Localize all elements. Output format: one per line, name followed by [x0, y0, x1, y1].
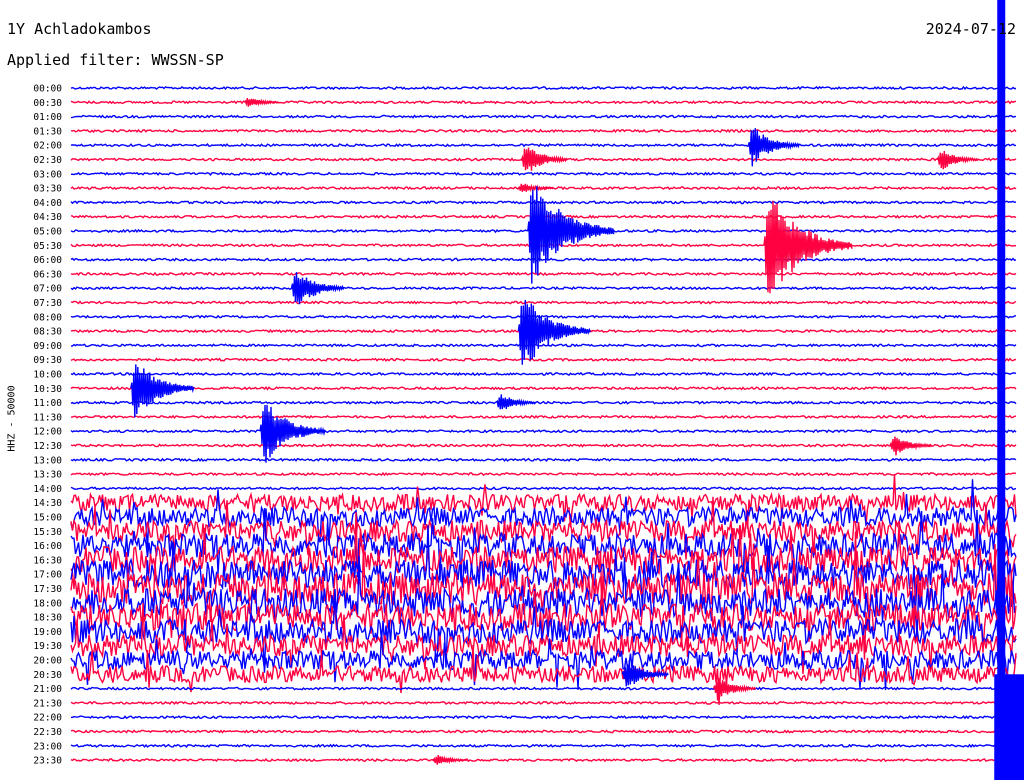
- trace-row: [70, 686, 1017, 691]
- trace-row: [70, 486, 1017, 491]
- row-label: 21:00: [33, 684, 62, 695]
- row-label: 22:30: [33, 727, 62, 738]
- row-label: 13:30: [33, 470, 62, 481]
- trace-row: [70, 128, 1017, 134]
- row-label: 14:30: [33, 498, 62, 509]
- seismic-event: [130, 364, 195, 418]
- trace-row: [70, 457, 1017, 462]
- row-label: 11:00: [33, 398, 62, 409]
- row-label: 03:30: [33, 184, 62, 195]
- row-label: 15:00: [33, 513, 62, 524]
- row-label: 14:00: [33, 484, 62, 495]
- saturated-trace-tail: [994, 674, 1024, 780]
- trace-row: [70, 143, 1016, 148]
- row-label: 10:30: [33, 384, 62, 395]
- row-label: 00:00: [33, 84, 62, 95]
- row-label: 21:30: [33, 698, 62, 709]
- row-label: 12:00: [33, 427, 62, 438]
- date-label: 2024-07-12: [925, 20, 1016, 38]
- row-label: 06:30: [33, 269, 62, 280]
- seismic-event: [763, 200, 853, 294]
- row-label: 03:00: [33, 169, 62, 180]
- seismic-event: [495, 394, 536, 410]
- row-label: 22:00: [33, 713, 62, 724]
- row-label: 17:30: [33, 584, 62, 595]
- row-label: 08:00: [33, 312, 62, 323]
- trace-row: [70, 85, 1017, 91]
- row-label: 00:30: [33, 98, 62, 109]
- trace-row: [70, 443, 1017, 448]
- seismic-event: [520, 147, 569, 171]
- trace-row: [70, 171, 1017, 176]
- row-label: 19:00: [33, 627, 62, 638]
- trace-row: [70, 400, 1017, 405]
- row-label: 11:30: [33, 412, 62, 423]
- row-label: 15:30: [33, 527, 62, 538]
- seismic-event: [747, 128, 800, 167]
- row-label: 18:30: [33, 613, 62, 624]
- trace-row: [70, 386, 1017, 391]
- row-label: 05:00: [33, 227, 62, 238]
- trace-row: [70, 100, 1017, 105]
- seismic-event: [290, 272, 345, 305]
- row-label: 19:30: [33, 641, 62, 652]
- trace-row: [70, 271, 1017, 277]
- row-label: 06:00: [33, 255, 62, 266]
- seismic-event: [517, 183, 554, 193]
- seismic-event: [517, 299, 591, 365]
- row-label: 12:30: [33, 441, 62, 452]
- row-label: 04:30: [33, 212, 62, 223]
- trace-row: [70, 357, 1017, 362]
- row-label: 10:00: [33, 370, 62, 381]
- trace-row: [70, 314, 1017, 320]
- row-label: 20:00: [33, 656, 62, 667]
- trace-row: [70, 715, 1017, 720]
- trace-row: [70, 285, 1017, 291]
- trace-row: [70, 257, 1017, 262]
- seismic-event: [936, 151, 979, 170]
- trace-row: [70, 743, 1017, 749]
- saturated-trace: [997, 0, 1006, 780]
- row-label: 01:30: [33, 126, 62, 137]
- trace-row: [70, 114, 1016, 119]
- row-label: 09:00: [33, 341, 62, 352]
- row-label: 02:30: [33, 155, 62, 166]
- row-label: 09:30: [33, 355, 62, 366]
- trace-row: [70, 700, 1017, 706]
- row-label: 08:30: [33, 327, 62, 338]
- row-label: 23:00: [33, 741, 62, 752]
- trace-row: [70, 729, 1017, 734]
- seismic-event: [432, 755, 469, 765]
- row-label: 18:00: [33, 598, 62, 609]
- row-label: 17:00: [33, 570, 62, 581]
- seismic-event: [527, 186, 615, 284]
- row-label: 01:00: [33, 112, 62, 123]
- trace-row: [70, 429, 1017, 434]
- row-label: 07:30: [33, 298, 62, 309]
- trace-row: [70, 343, 1017, 348]
- trace-row: [70, 300, 1017, 305]
- helicorder-plot: 00:00 00:30 01:00 01:30 02:00 02:30 03:00 03:30…: [33, 0, 1024, 780]
- seismic-event: [889, 436, 932, 456]
- row-label: 16:30: [33, 555, 62, 566]
- row-label: 04:00: [33, 198, 62, 209]
- row-label: 13:00: [33, 455, 62, 466]
- row-label: 07:00: [33, 284, 62, 295]
- row-label: 05:30: [33, 241, 62, 252]
- row-label: 16:00: [33, 541, 62, 552]
- trace-row: [70, 471, 1017, 477]
- trace-row: [70, 757, 1017, 763]
- seismic-event: [259, 404, 326, 463]
- row-label: 20:30: [33, 670, 62, 681]
- row-label: 23:30: [33, 756, 62, 767]
- trace-row: [70, 371, 1017, 377]
- seismic-event: [243, 97, 280, 107]
- trace-row: [70, 414, 1017, 420]
- row-label: 02:00: [33, 141, 62, 152]
